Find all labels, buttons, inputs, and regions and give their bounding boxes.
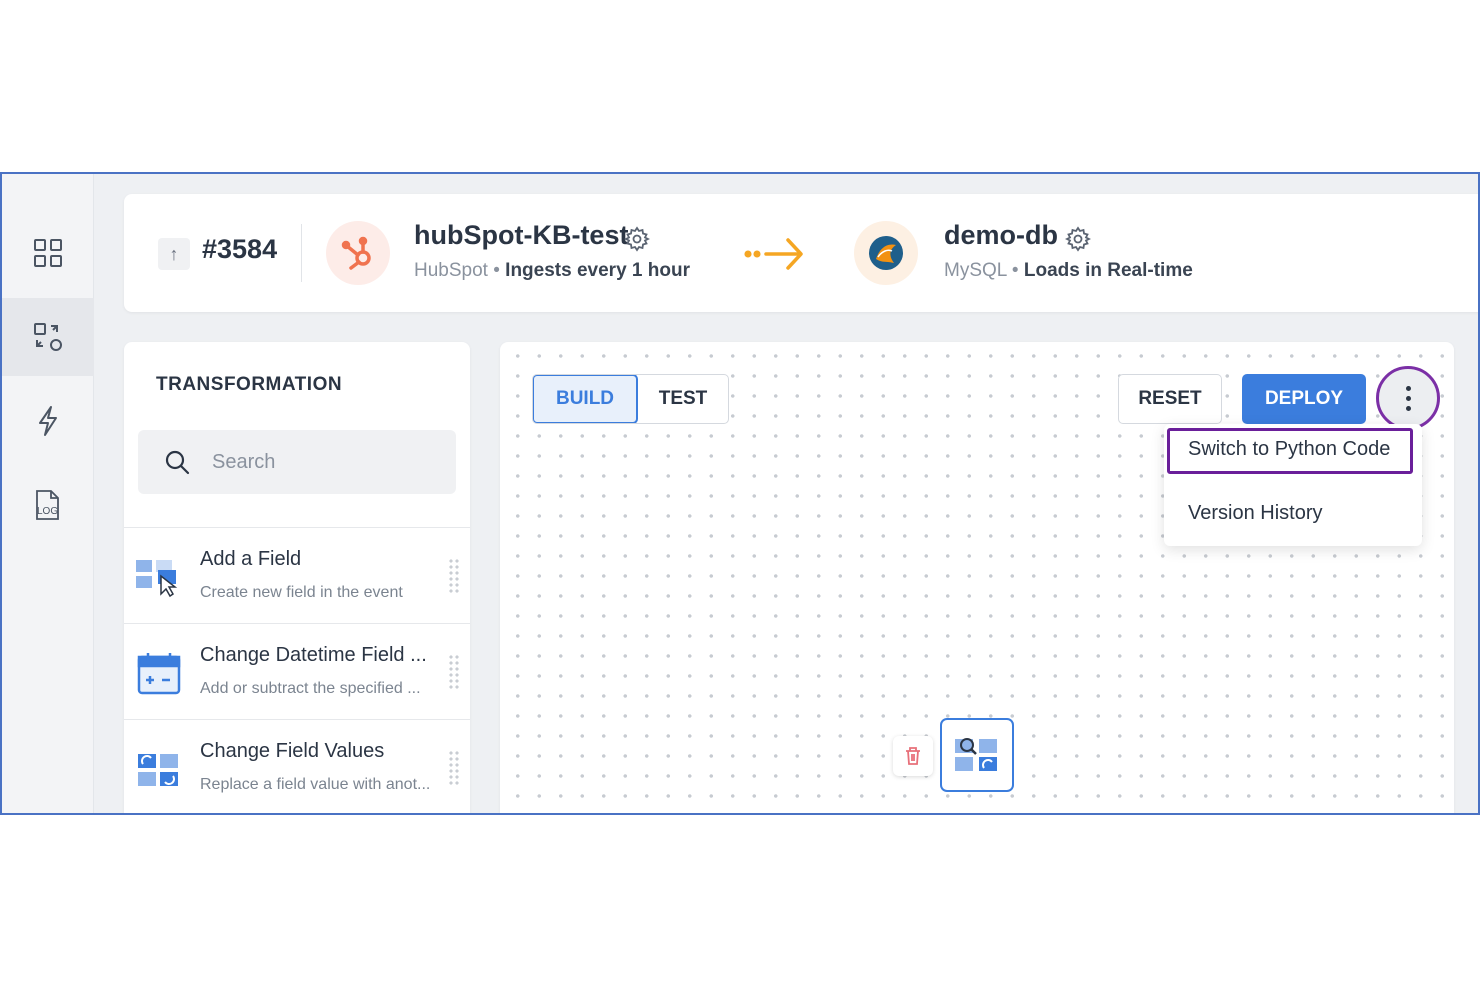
pipeline-id: #3584 xyxy=(202,234,278,264)
pipeline-arrow-icon xyxy=(744,238,803,270)
drag-handle-icon[interactable] xyxy=(448,558,460,594)
tab-build[interactable]: BUILD xyxy=(533,375,638,423)
add-field-icon xyxy=(136,560,178,598)
app-frame: LOG ↑ #3584 hubSpot-KB-test HubSpot • In… xyxy=(0,172,1480,815)
nav-dashboard[interactable] xyxy=(2,214,94,292)
drag-handle-icon[interactable] xyxy=(448,654,460,690)
item-description: Create new field in the event xyxy=(200,584,403,601)
destination-type: MySQL xyxy=(944,260,1007,281)
transformation-node[interactable] xyxy=(940,718,1014,792)
change-values-icon xyxy=(138,754,178,786)
hubspot-logo xyxy=(326,221,390,285)
menu-item-version-history[interactable]: Version History xyxy=(1188,502,1323,525)
log-file-icon: LOG xyxy=(36,490,59,520)
search-box[interactable] xyxy=(138,430,456,494)
mode-toggle: BUILD TEST xyxy=(532,374,729,424)
destination-settings-gear-icon[interactable] xyxy=(1065,226,1091,252)
more-options-button[interactable] xyxy=(1376,366,1440,430)
divider xyxy=(301,224,302,282)
destination-name: demo-db xyxy=(944,220,1058,250)
nav-logs[interactable]: LOG xyxy=(2,466,94,544)
menu-item-switch-to-python[interactable]: Switch to Python Code xyxy=(1188,438,1390,461)
builder-canvas[interactable]: BUILD TEST RESET DEPLOY Switch to Python… xyxy=(500,342,1454,813)
collapse-up-button[interactable]: ↑ xyxy=(158,238,190,270)
mysql-icon xyxy=(869,236,903,270)
left-nav-rail: LOG xyxy=(2,174,94,813)
nav-transformations[interactable] xyxy=(2,298,94,376)
source-type: HubSpot xyxy=(414,260,488,281)
dashboard-grid-icon xyxy=(34,239,62,267)
source-settings-gear-icon[interactable] xyxy=(624,226,650,252)
transformation-panel: TRANSFORMATION Add a Field Create new fi… xyxy=(124,342,470,813)
tab-test[interactable]: TEST xyxy=(638,375,728,423)
source-schedule: Ingests every 1 hour xyxy=(505,260,690,281)
bullet-separator: • xyxy=(1011,260,1019,281)
drag-handle-icon[interactable] xyxy=(448,750,460,786)
source-details: HubSpot • Ingests every 1 hour xyxy=(414,260,690,282)
list-item-add-field[interactable]: Add a Field Create new field in the even… xyxy=(124,527,470,623)
find-replace-node-icon xyxy=(955,738,997,771)
options-dropdown-menu: Switch to Python Code Version History xyxy=(1164,424,1422,546)
item-description: Replace a field value with anot... xyxy=(200,776,431,793)
item-description: Add or subtract the specified ... xyxy=(200,680,421,697)
reset-button[interactable]: RESET xyxy=(1118,374,1222,424)
transform-icon xyxy=(34,323,62,351)
hubspot-icon xyxy=(341,236,371,270)
trash-icon xyxy=(906,747,920,765)
search-input[interactable] xyxy=(212,450,432,474)
destination-details: MySQL • Loads in Real-time xyxy=(944,260,1193,282)
mysql-logo xyxy=(854,221,918,285)
destination-schedule: Loads in Real-time xyxy=(1023,260,1193,281)
lightning-icon xyxy=(39,406,57,436)
item-name: Add a Field xyxy=(200,548,302,570)
source-name: hubSpot-KB-test xyxy=(414,220,629,250)
deploy-button[interactable]: DEPLOY xyxy=(1242,374,1366,424)
list-item-change-field-values[interactable]: Change Field Values Replace a field valu… xyxy=(124,719,470,813)
kebab-menu-icon xyxy=(1405,383,1411,413)
arrow-up-icon: ↑ xyxy=(169,243,179,264)
nav-activity[interactable] xyxy=(2,382,94,460)
list-item-change-datetime[interactable]: Change Datetime Field ... Add or subtrac… xyxy=(124,623,470,719)
item-name: Change Field Values xyxy=(200,740,385,762)
search-icon xyxy=(165,450,190,475)
bullet-separator: • xyxy=(493,260,500,281)
transformation-list: Add a Field Create new field in the even… xyxy=(124,527,470,813)
delete-node-button[interactable] xyxy=(893,736,933,776)
svg-text:LOG: LOG xyxy=(37,506,58,517)
pipeline-header: ↑ #3584 hubSpot-KB-test HubSpot • Ingest… xyxy=(124,194,1478,312)
item-name: Change Datetime Field ... xyxy=(200,644,427,666)
panel-title: TRANSFORMATION xyxy=(156,374,343,395)
calendar-icon xyxy=(137,653,181,695)
